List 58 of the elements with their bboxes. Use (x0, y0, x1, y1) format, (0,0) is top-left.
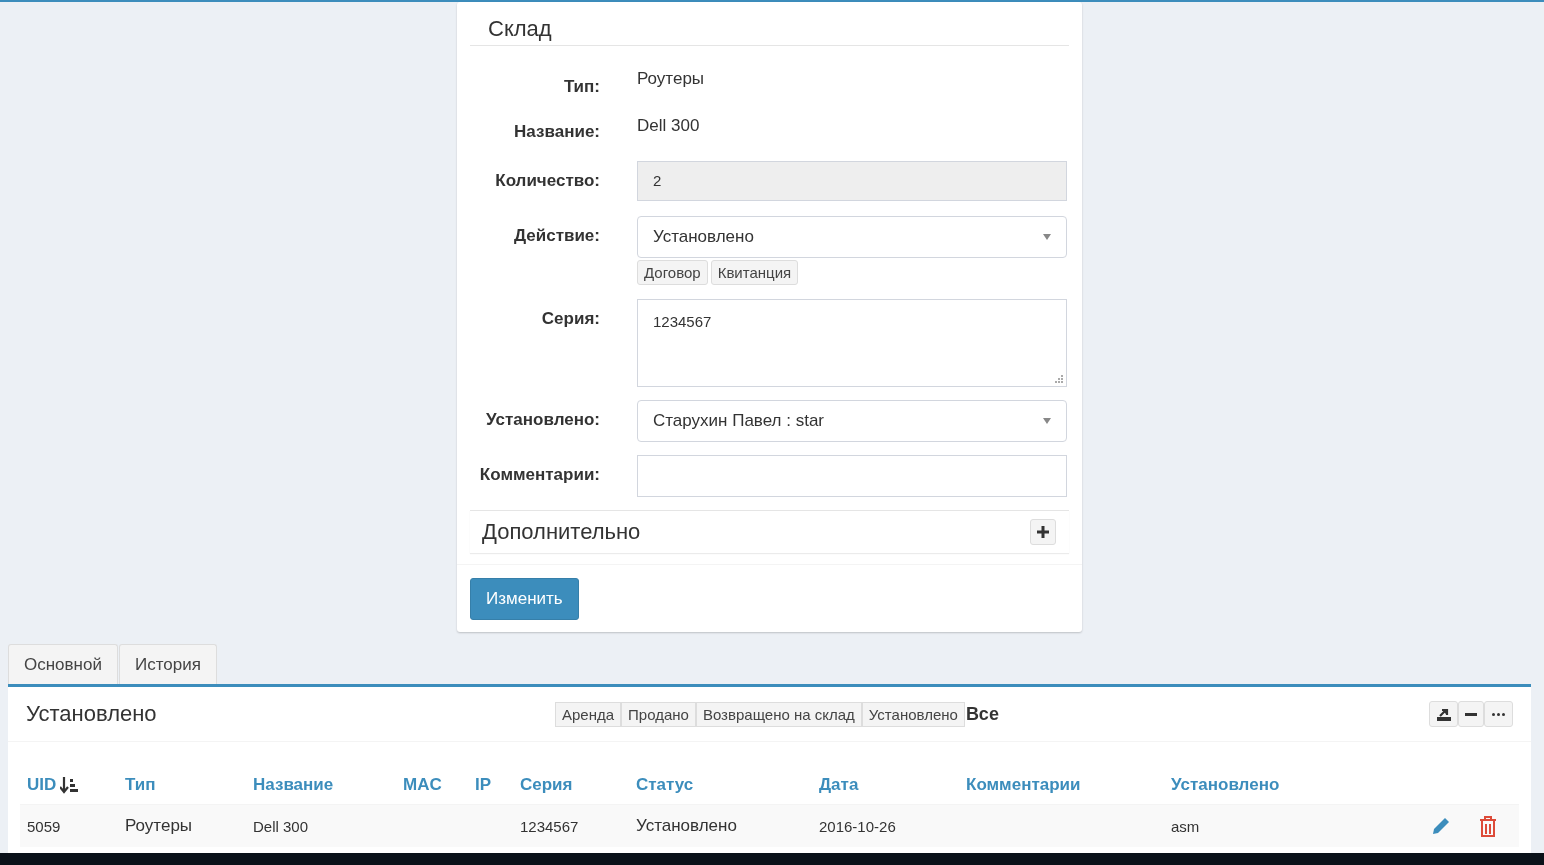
filter-button[interactable]: Возвращено на склад (695, 701, 862, 727)
tab[interactable]: История (118, 644, 217, 684)
caret-icon (1043, 418, 1051, 424)
table-cell-text: asm (1171, 817, 1201, 835)
column-header[interactable]: UID (27, 775, 125, 795)
more-icon (1492, 712, 1505, 716)
panel-title: Установлено (26, 701, 158, 727)
document-button[interactable]: Квитанция (710, 260, 799, 285)
filter-button[interactable]: Аренда (555, 701, 622, 727)
field-label: Серия: (540, 308, 600, 329)
column-header[interactable]: Название (253, 775, 403, 795)
field-label: Тип: (562, 76, 600, 97)
collapse-button[interactable] (1458, 701, 1484, 727)
filter-button[interactable]: Продано (621, 701, 696, 727)
column-header[interactable]: Серия (520, 775, 636, 795)
pencil-icon (1431, 816, 1451, 836)
more-button[interactable] (1484, 701, 1513, 727)
table-cell-text: Роутеры (125, 816, 194, 836)
submit-button[interactable]: Изменить (470, 578, 579, 620)
column-header[interactable]: Комментарии (966, 775, 1171, 795)
filter-button[interactable]: Все (964, 703, 1000, 725)
document-button[interactable]: Договор (637, 260, 708, 285)
expand-button[interactable] (1030, 519, 1056, 545)
field-label: Установлено: (485, 409, 600, 430)
table-cell-text: 2016-10-26 (819, 817, 897, 835)
field-value: Dell 300 (637, 115, 701, 136)
field-label: Действие: (512, 225, 600, 246)
column-header[interactable]: MAC (403, 775, 475, 795)
table-cell-text: 1234567 (520, 817, 580, 835)
panel-title: Дополнительно (482, 519, 641, 545)
trash-icon (1479, 815, 1497, 837)
column-header[interactable]: Статус (636, 775, 819, 795)
column-header[interactable]: Установлено (1171, 775, 1431, 795)
minus-icon (1465, 712, 1477, 716)
field-label: Название: (513, 121, 600, 142)
quantity-field[interactable]: 2 (637, 161, 1067, 201)
column-header[interactable]: Дата (819, 775, 966, 795)
table-cell-text: Установлено (636, 816, 738, 836)
caret-icon (1043, 234, 1051, 240)
field-label: Комментарии: (478, 464, 600, 485)
textarea-field[interactable]: 1234567 (637, 299, 1067, 387)
tab[interactable]: Основной (8, 644, 118, 684)
plus-icon (1037, 526, 1049, 538)
table-cell-text: 5059 (27, 817, 62, 835)
resize-handle-icon[interactable] (1055, 375, 1063, 383)
card-title: Склад (470, 2, 1069, 46)
select-field[interactable]: Установлено (637, 216, 1067, 258)
field-value: Роутеры (637, 68, 706, 89)
column-header[interactable]: Тип (125, 775, 253, 795)
export-icon (1436, 707, 1451, 721)
filter-button[interactable]: Установлено (861, 701, 965, 727)
field-label: Количество: (494, 170, 600, 191)
table-cell-text: Dell 300 (253, 817, 310, 835)
select-field[interactable]: Старухин Павел : star (637, 400, 1067, 442)
input-field[interactable] (637, 455, 1067, 497)
column-header[interactable]: IP (475, 775, 520, 795)
sort-icon (60, 776, 79, 794)
export-button[interactable] (1429, 701, 1458, 727)
